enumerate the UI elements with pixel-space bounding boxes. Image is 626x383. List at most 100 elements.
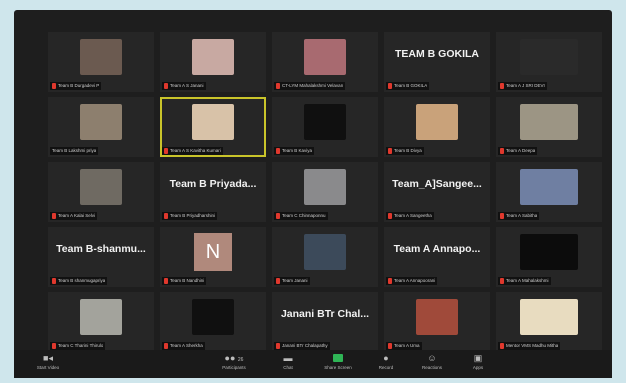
participant-name-tag: Team A Sherkha bbox=[162, 342, 205, 350]
participant-display-name: Team_A]Sangee... bbox=[392, 178, 482, 190]
muted-mic-icon bbox=[164, 278, 168, 284]
participant-name-tag: Mentor VMS Madhu Mitha bbox=[498, 342, 561, 350]
participant-tile[interactable]: Team B Priyada... Team B Priyadharshini bbox=[160, 162, 266, 222]
participant-display-name: Janani BTr Chal... bbox=[280, 308, 370, 320]
smiley-icon: ☺ bbox=[427, 353, 437, 363]
participant-name-label: Team B Lakshmi priya bbox=[52, 148, 97, 153]
participant-video-thumbnail bbox=[80, 104, 122, 140]
muted-mic-icon bbox=[164, 83, 168, 89]
participant-name-tag: Team A Kalai Selvi bbox=[50, 212, 98, 220]
participant-name-tag: Team B shanmugapriya bbox=[50, 277, 108, 285]
participant-tile[interactable]: Team B Divya bbox=[384, 97, 490, 157]
participant-name-label: Team Janani bbox=[282, 278, 308, 283]
participant-name-label: Team C Chinnaponnu bbox=[282, 213, 326, 218]
participant-video-thumbnail bbox=[304, 234, 346, 270]
participant-tile[interactable]: Team A Sabitha bbox=[496, 162, 602, 222]
participant-name-label: Team A Sangeetha bbox=[394, 213, 432, 218]
participant-video-thumbnail bbox=[304, 39, 346, 75]
participant-display-name: Team B Priyada... bbox=[169, 178, 257, 190]
participant-tile[interactable]: Team C Tharini Thirulo bbox=[48, 292, 154, 352]
participant-tile[interactable]: Team A J SRI DEVI bbox=[496, 32, 602, 92]
participant-tile[interactable]: Mentor VMS Madhu Mitha bbox=[496, 292, 602, 352]
participant-name-tag: Team A Sangeetha bbox=[386, 212, 434, 220]
participant-tile[interactable]: Team_A]Sangee... Team A Sangeetha bbox=[384, 162, 490, 222]
muted-mic-icon bbox=[276, 148, 280, 154]
participant-name-label: Mentor VMS Madhu Mitha bbox=[506, 343, 559, 348]
muted-mic-icon bbox=[500, 148, 504, 154]
record-icon: ● bbox=[383, 353, 389, 363]
muted-mic-icon bbox=[500, 343, 504, 349]
participant-tile[interactable]: Team B Lakshmi priya bbox=[48, 97, 154, 157]
participant-tile[interactable]: TEAM B GOKILA Team B GOKILA bbox=[384, 32, 490, 92]
muted-mic-icon bbox=[52, 83, 56, 89]
participant-video-thumbnail bbox=[80, 39, 122, 75]
muted-mic-icon bbox=[500, 83, 504, 89]
participant-tile[interactable]: Team B Durgadevi P bbox=[48, 32, 154, 92]
participant-tile[interactable]: Team A Kalai Selvi bbox=[48, 162, 154, 222]
muted-mic-icon bbox=[276, 83, 280, 89]
participant-name-tag: Team A Annapoorani bbox=[386, 277, 438, 285]
participant-tile[interactable]: N Team B Nandhini bbox=[160, 227, 266, 287]
participant-tile[interactable]: Team A Mahalakshmi bbox=[496, 227, 602, 287]
participant-video-thumbnail bbox=[192, 39, 234, 75]
participant-name-label: Team B Nandhini bbox=[170, 278, 205, 283]
meeting-toolbar: ■◂ Start Video ●● 26 Participants ▬ Chat… bbox=[14, 350, 612, 378]
participant-name-label: Team B Kaviya bbox=[282, 148, 313, 153]
participant-video-thumbnail bbox=[80, 169, 122, 205]
participant-name-label: Janani BTr Chalapathy bbox=[282, 343, 328, 348]
participant-tile[interactable]: Team C Chinnaponnu bbox=[272, 162, 378, 222]
participant-name-tag: Team B GOKILA bbox=[386, 82, 430, 90]
share-screen-button[interactable]: Share Screen bbox=[318, 352, 358, 376]
record-button[interactable]: ● Record bbox=[366, 352, 406, 376]
muted-mic-icon bbox=[388, 213, 392, 219]
participant-name-tag: Team A S Kavitha Kumari bbox=[162, 147, 223, 155]
participant-name-label: Team A Annapoorani bbox=[394, 278, 436, 283]
participant-name-label: Team A J SRI DEVI bbox=[506, 83, 545, 88]
participant-video-thumbnail bbox=[520, 169, 578, 205]
participant-name-label: Team A Uma bbox=[394, 343, 420, 348]
participant-display-name: Team B-shanmu... bbox=[56, 243, 146, 255]
participant-tile[interactable]: Team A Annapo... Team A Annapoorani bbox=[384, 227, 490, 287]
participant-tile[interactable]: CT-LYM Mahalakshmi Velavan bbox=[272, 32, 378, 92]
participant-tile[interactable]: Team A Uma bbox=[384, 292, 490, 352]
participant-name-tag: Team B Lakshmi priya bbox=[50, 147, 99, 155]
participant-name-label: Team B Priyadharshini bbox=[170, 213, 216, 218]
participant-name-label: Team A Deepa bbox=[506, 148, 536, 153]
participant-tile[interactable]: Team A Sherkha bbox=[160, 292, 266, 352]
reactions-button[interactable]: ☺ Reactions bbox=[412, 352, 452, 376]
participant-name-tag: Team B Nandhini bbox=[162, 277, 207, 285]
video-camera-icon: ■◂ bbox=[43, 353, 53, 363]
participant-name-tag: Team B Kaviya bbox=[274, 147, 315, 155]
participant-tile[interactable]: Team A S Kavitha Kumari bbox=[160, 97, 266, 157]
start-video-button[interactable]: ■◂ Start Video bbox=[28, 352, 68, 376]
participant-tile[interactable]: Team Janani bbox=[272, 227, 378, 287]
participants-icon: ●● 26 bbox=[224, 353, 244, 363]
muted-mic-icon bbox=[52, 278, 56, 284]
participant-name-label: Team A Sabitha bbox=[506, 213, 538, 218]
participant-name-tag: Team A Sabitha bbox=[498, 212, 540, 220]
muted-mic-icon bbox=[388, 343, 392, 349]
muted-mic-icon bbox=[276, 213, 280, 219]
participant-name-tag: Team B Divya bbox=[386, 147, 424, 155]
muted-mic-icon bbox=[500, 213, 504, 219]
apps-button[interactable]: ▣ Apps bbox=[458, 352, 498, 376]
participant-display-name: Team A Annapo... bbox=[393, 243, 481, 255]
participant-name-tag: CT-LYM Mahalakshmi Velavan bbox=[274, 82, 346, 90]
participant-tile[interactable]: Team B-shanmu... Team B shanmugapriya bbox=[48, 227, 154, 287]
participant-name-label: Team B Divya bbox=[394, 148, 422, 153]
participant-tile[interactable]: Janani BTr Chal... Janani BTr Chalapathy bbox=[272, 292, 378, 352]
chat-button[interactable]: ▬ Chat bbox=[268, 352, 308, 376]
participant-grid: Team B Durgadevi P Team A S Janani CT-LYM … bbox=[48, 32, 604, 352]
participant-video-thumbnail bbox=[304, 169, 346, 205]
participant-video-thumbnail bbox=[520, 104, 578, 140]
muted-mic-icon bbox=[164, 213, 168, 219]
participant-name-tag: Team A Deepa bbox=[498, 147, 538, 155]
participant-tile[interactable]: Team B Kaviya bbox=[272, 97, 378, 157]
participant-tile[interactable]: Team A Deepa bbox=[496, 97, 602, 157]
participant-video-thumbnail bbox=[416, 104, 458, 140]
participants-button[interactable]: ●● 26 Participants bbox=[214, 352, 254, 376]
participant-name-label: Team B GOKILA bbox=[394, 83, 428, 88]
participant-tile[interactable]: Team A S Janani bbox=[160, 32, 266, 92]
muted-mic-icon bbox=[388, 148, 392, 154]
participant-initial-avatar: N bbox=[194, 233, 232, 271]
